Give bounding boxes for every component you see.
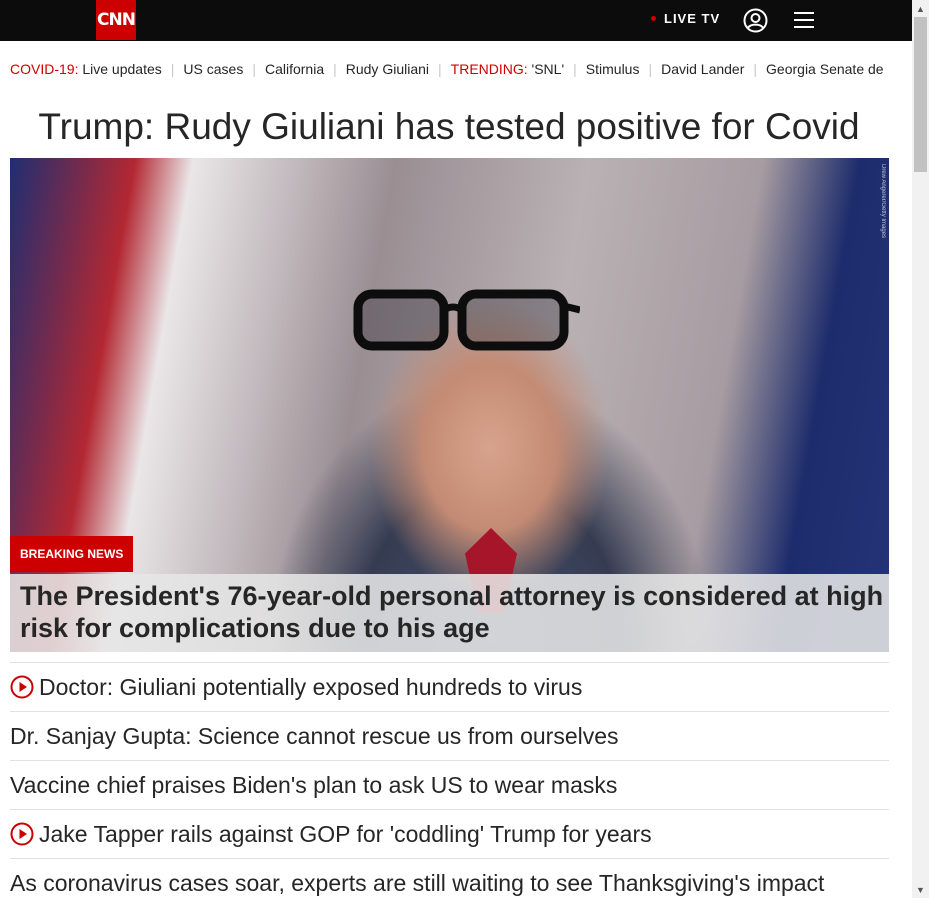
video-play-icon	[10, 675, 34, 699]
link-text[interactable]: Doctor: Giuliani potentially exposed hun…	[39, 674, 582, 701]
photo-credit: Drew Angerer/Getty Images	[880, 164, 886, 239]
link-text[interactable]: Dr. Sanjay Gupta: Science cannot rescue …	[10, 723, 619, 750]
list-item[interactable]: Jake Tapper rails against GOP for 'coddl…	[10, 809, 889, 858]
nav-separator: |	[438, 61, 442, 77]
link-text[interactable]: Vaccine chief praises Biden's plan to as…	[10, 772, 617, 799]
live-dot-icon	[651, 16, 656, 21]
link-text[interactable]: As coronavirus cases soar, experts are s…	[10, 870, 824, 897]
page-scrollbar[interactable]: ▲ ▼	[912, 0, 929, 898]
nav-link-us-cases[interactable]: US cases	[183, 61, 243, 77]
link-text[interactable]: Jake Tapper rails against GOP for 'coddl…	[39, 821, 652, 848]
hero-caption-text[interactable]: The President's 76-year-old personal att…	[20, 580, 885, 644]
nav-separator: |	[252, 61, 256, 77]
live-tv-label: LIVE TV	[664, 11, 721, 26]
nav-separator: |	[170, 61, 175, 77]
scroll-down-arrow-icon[interactable]: ▼	[912, 881, 929, 898]
scroll-up-arrow-icon[interactable]: ▲	[912, 0, 929, 17]
user-account-icon[interactable]	[743, 8, 768, 33]
list-item[interactable]: Dr. Sanjay Gupta: Science cannot rescue …	[10, 711, 889, 760]
nav-separator: |	[333, 61, 337, 77]
list-item[interactable]: Vaccine chief praises Biden's plan to as…	[10, 760, 889, 809]
nav-link-snl[interactable]: 'SNL'	[532, 61, 565, 77]
cnn-logo[interactable]: CNN	[96, 0, 136, 40]
nav-link-georgia-senate[interactable]: Georgia Senate de	[766, 61, 884, 77]
top-nav-bar: CNN LIVE TV	[0, 0, 912, 41]
list-item[interactable]: As coronavirus cases soar, experts are s…	[10, 858, 889, 907]
related-links-list: Doctor: Giuliani potentially exposed hun…	[10, 662, 889, 907]
hamburger-menu-icon[interactable]	[794, 11, 814, 29]
breaking-news-badge: BREAKING NEWS	[10, 536, 134, 572]
nav-link-stimulus[interactable]: Stimulus	[586, 61, 640, 77]
covid-label: COVID-19:	[10, 61, 79, 77]
live-tv-link[interactable]: LIVE TV	[651, 11, 720, 26]
list-item[interactable]: Doctor: Giuliani potentially exposed hun…	[10, 662, 889, 711]
hero-image[interactable]: Drew Angerer/Getty Images BREAKING NEWS …	[10, 158, 889, 652]
nav-link-david-lander[interactable]: David Lander	[661, 61, 744, 77]
hero-caption-box[interactable]: The President's 76-year-old personal att…	[10, 574, 889, 652]
page-headline[interactable]: Trump: Rudy Giuliani has tested positive…	[0, 106, 898, 148]
glasses-shape	[353, 289, 580, 351]
scroll-thumb[interactable]	[914, 17, 927, 172]
trending-label: TRENDING:	[450, 61, 528, 77]
nav-link-rudy-giuliani[interactable]: Rudy Giuliani	[346, 61, 429, 77]
nav-link-live-updates[interactable]: Live updates	[82, 61, 161, 77]
trending-nav: COVID-19: Live updates | US cases | Californ…	[10, 61, 912, 81]
nav-separator: |	[753, 61, 758, 77]
nav-link-california[interactable]: California	[265, 61, 324, 77]
video-play-icon	[10, 822, 34, 846]
nav-separator: |	[573, 61, 577, 77]
nav-separator: |	[648, 61, 653, 77]
